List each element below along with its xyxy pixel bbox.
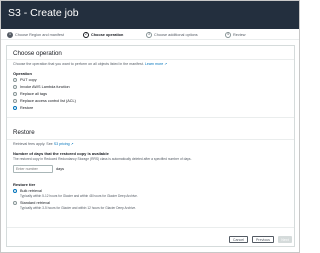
radio-button[interactable] [13, 84, 17, 89]
s3-pricing-link[interactable]: S3 pricing [54, 142, 70, 146]
step-4[interactable]: 4 Review [225, 31, 245, 38]
page-title: S3 - Create job [8, 7, 79, 19]
radio-button[interactable] [13, 77, 17, 82]
operation-hint-text: Choose the operation that you want to pe… [13, 62, 144, 66]
operation-option-invoke-lambda[interactable]: Invoke AWS Lambda function [13, 84, 70, 89]
step-1[interactable]: 1 Choose Region and manifest [7, 31, 64, 38]
previous-button[interactable]: Previous [252, 236, 274, 243]
tier-description: Typically within 5-12 hours for Glacier … [20, 194, 138, 198]
days-suffix: days [56, 167, 65, 171]
external-link-icon: ↗ [164, 62, 168, 66]
operation-option-replace-tags[interactable]: Replace all tags [13, 91, 47, 96]
days-hint: The restored copy in Reduced Redundancy … [13, 157, 192, 161]
step-3-label: Choose additional options [154, 32, 198, 37]
days-input[interactable] [13, 165, 53, 173]
operation-option-put-copy[interactable]: PUT copy [13, 77, 37, 82]
radio-label: Invoke AWS Lambda function [20, 84, 70, 89]
step-4-number: 4 [225, 31, 231, 38]
days-label: Number of days that the restored copy is… [13, 151, 109, 156]
radio-label: Bulk retrieval [20, 188, 42, 193]
next-button[interactable]: Next [278, 236, 292, 243]
divider [7, 59, 294, 60]
choose-operation-heading: Choose operation [13, 50, 62, 57]
radio-button-selected[interactable] [13, 105, 17, 110]
window-frame: S3 - Create job 1 Choose Region and mani… [0, 0, 300, 253]
fees-text: Retrieval fees apply. See [13, 142, 53, 146]
operation-option-replace-acl[interactable]: Replace access control list (ACL) [13, 98, 76, 103]
step-4-label: Review [233, 32, 246, 37]
step-3-number: 3 [146, 31, 152, 38]
page-header: S3 - Create job [1, 1, 299, 29]
step-1-label: Choose Region and manifest [15, 32, 64, 37]
tier-option-bulk[interactable]: Bulk retrieval [13, 188, 42, 193]
radio-button[interactable] [13, 98, 17, 103]
footer-divider [7, 227, 294, 228]
operation-label: Operation [13, 71, 32, 76]
radio-label: PUT copy [20, 77, 37, 82]
cancel-button[interactable]: Cancel [229, 236, 248, 243]
step-2-label: Choose operation [91, 32, 124, 37]
step-3[interactable]: 3 Choose additional options [146, 31, 198, 38]
step-2[interactable]: 2 Choose operation [83, 31, 123, 38]
radio-label: Standard retrieval [20, 200, 50, 205]
operation-option-restore[interactable]: Restore [13, 105, 33, 110]
radio-button[interactable] [13, 91, 17, 96]
section-divider [7, 117, 294, 118]
restore-heading: Restore [13, 129, 35, 136]
radio-button[interactable] [13, 200, 17, 205]
learn-more-link[interactable]: Learn more [145, 62, 163, 66]
radio-label: Restore [20, 105, 34, 110]
restore-tier-label: Restore tier [13, 182, 36, 187]
tier-option-standard[interactable]: Standard retrieval [13, 200, 50, 205]
step-1-number: 1 [7, 31, 13, 38]
form-panel: Choose operation Choose the operation th… [6, 45, 295, 247]
operation-hint: Choose the operation that you want to pe… [13, 62, 167, 66]
retrieval-fees-note: Retrieval fees apply. See S3 pricing ↗ [13, 142, 74, 146]
divider [7, 139, 294, 140]
tier-description: Typically within 3-5 hours for Glacier a… [20, 206, 137, 210]
radio-button-selected[interactable] [13, 188, 17, 193]
radio-label: Replace access control list (ACL) [20, 98, 76, 103]
external-link-icon: ↗ [70, 142, 74, 146]
radio-label: Replace all tags [20, 91, 48, 96]
step-2-number: 2 [83, 31, 89, 38]
wizard-steps: 1 Choose Region and manifest 2 Choose op… [1, 29, 299, 40]
